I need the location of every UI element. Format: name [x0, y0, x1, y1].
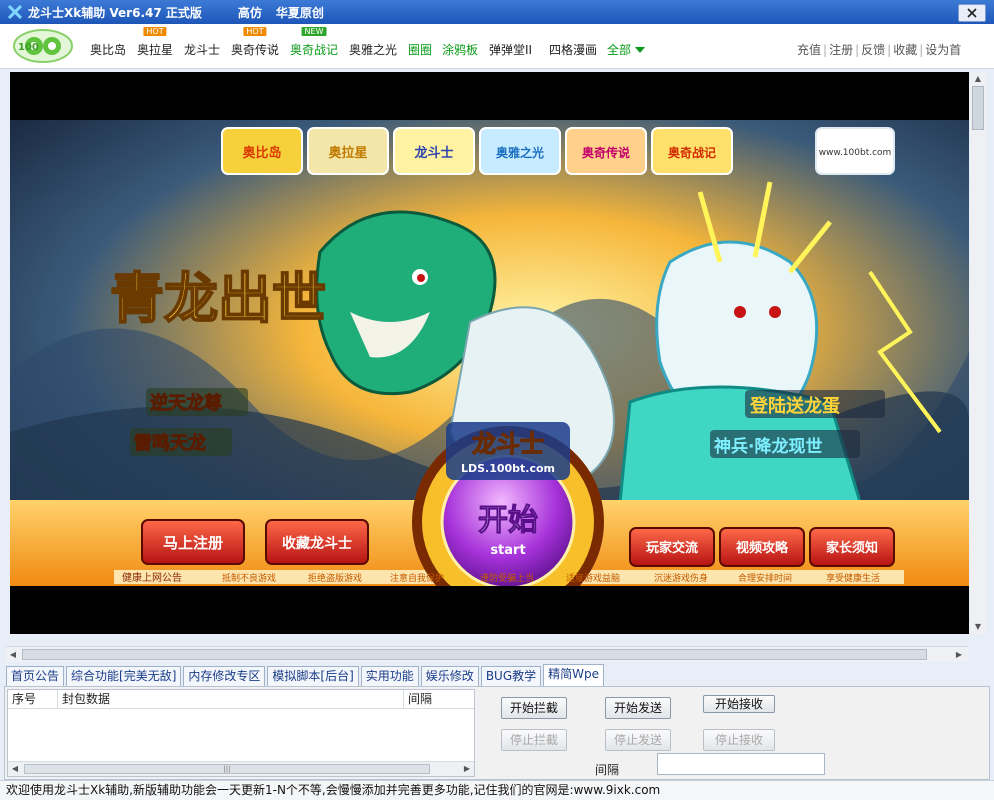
new-badge: NEW: [301, 27, 327, 36]
site-badge-text: www.100bt.com: [819, 148, 892, 158]
col-header-interval[interactable]: 间隔: [404, 690, 474, 708]
logo-aoqizhanji: 奥奇战记: [668, 145, 716, 160]
logo-aobidao: 奥比岛: [242, 145, 281, 161]
tab-home-notice[interactable]: 首页公告: [6, 666, 65, 686]
link-feedback[interactable]: 反馈: [861, 43, 885, 57]
btn-register-text: 马上注册: [163, 534, 223, 552]
packet-list[interactable]: 序号 封包数据 间隔 ◀ ||| ▶: [7, 689, 475, 777]
notice-4: 谨防受骗上当: [480, 572, 534, 584]
app-icon: [8, 5, 22, 19]
link-set-homepage[interactable]: 设为首: [925, 43, 961, 57]
vertical-scroll-thumb[interactable]: [972, 86, 984, 130]
scroll-down-arrow-icon[interactable]: ▼: [970, 620, 986, 634]
hot-badge: HOT: [143, 27, 167, 36]
lds-logo-text: 龙斗士: [472, 430, 544, 458]
list-scroll-thumb[interactable]: |||: [24, 764, 430, 774]
logo-aoyazhiguang: 奥雅之光: [496, 145, 544, 160]
stop-send-button[interactable]: 停止发送: [605, 729, 671, 751]
promo-login-egg: 登陆送龙蛋: [749, 395, 840, 417]
start-intercept-button[interactable]: 开始拦截: [501, 697, 567, 719]
headline-text: 青龙出世: [110, 267, 326, 330]
start-receive-button[interactable]: 开始接收: [703, 695, 775, 713]
list-scroll-left-icon[interactable]: ◀: [8, 762, 22, 776]
tab-general-functions[interactable]: 综合功能[完美无敌]: [66, 666, 182, 686]
chevron-down-icon: [635, 47, 646, 53]
nav-item-longdoushi[interactable]: 龙斗士: [184, 41, 220, 58]
link-favorite[interactable]: 收藏: [893, 43, 917, 57]
stop-receive-button[interactable]: 停止接收: [703, 729, 775, 751]
btn-parents-text: 家长须知: [826, 540, 878, 556]
subtitle-leiming: 雷鸣天龙: [134, 432, 206, 454]
notice-6: 沉迷游戏伤身: [654, 572, 708, 584]
notice-7: 合理安排时间: [738, 572, 792, 584]
nav-item-quanquan[interactable]: 圈圈: [408, 41, 432, 58]
tab-script[interactable]: 模拟脚本[后台]: [267, 666, 359, 686]
list-horizontal-scrollbar[interactable]: ◀ ||| ▶: [8, 761, 474, 776]
btn-favorite-text: 收藏龙斗士: [282, 535, 352, 552]
tab-bug-tutorial[interactable]: BUG教学: [480, 666, 542, 686]
col-header-index[interactable]: 序号: [8, 690, 58, 708]
btn-players-text: 玩家交流: [646, 540, 698, 556]
subtitle-nitian: 逆天龙尊: [150, 392, 222, 414]
horizontal-scroll-thumb[interactable]: [22, 649, 927, 660]
scroll-right-arrow-icon[interactable]: ▶: [952, 647, 966, 662]
start-cn-text: 开始: [478, 503, 538, 538]
logo-text: 100: [18, 42, 39, 53]
notice-5: 适度游戏益脑: [566, 572, 620, 584]
nav-item-dandantang[interactable]: 弹弹堂II: [489, 41, 532, 58]
notice-2: 拒绝盗版游戏: [308, 572, 362, 584]
link-recharge[interactable]: 充值: [797, 43, 821, 57]
interval-label: 间隔: [595, 763, 620, 777]
nav-item-aoqizhanji[interactable]: NEW 奥奇战记: [290, 27, 338, 58]
notice-8: 享受健康生活: [826, 572, 880, 584]
interval-input[interactable]: [657, 753, 825, 775]
wpe-panel: 序号 封包数据 间隔 ◀ ||| ▶ 开始拦截 开始发送 开始接收 停止拦截 停…: [4, 686, 990, 780]
title-text-author: 华夏原创: [275, 5, 324, 20]
nav-item-sigemanhua[interactable]: 四格漫画: [549, 41, 597, 58]
header-divider: [8, 708, 474, 709]
start-en-text: start: [490, 543, 525, 558]
scroll-up-arrow-icon[interactable]: ▲: [970, 72, 986, 86]
btn-video-text: 视频攻略: [736, 540, 789, 556]
logo-aoqichuanshuo: 奥奇传说: [582, 145, 630, 160]
close-button[interactable]: [958, 4, 986, 22]
tab-utilities[interactable]: 实用功能: [360, 666, 419, 686]
stop-intercept-button[interactable]: 停止拦截: [501, 729, 567, 751]
list-scroll-right-icon[interactable]: ▶: [460, 762, 474, 776]
link-register[interactable]: 注册: [829, 43, 853, 57]
notice-3: 注意自我保护: [390, 572, 444, 584]
status-bar: 欢迎使用龙斗士Xk辅助,新版辅助功能会一天更新1-N个不等,会慢慢添加并完善更多…: [0, 780, 994, 800]
function-tabs: 首页公告 综合功能[完美无敌] 内存修改专区 模拟脚本[后台] 实用功能 娱乐修…: [6, 664, 606, 686]
site-logo[interactable]: 100: [12, 28, 74, 64]
vertical-scrollbar[interactable]: ▲ ▼: [970, 72, 986, 634]
logo-longdoushi: 龙斗士: [414, 145, 453, 161]
nav-right-links: 充值 | 注册 | 反馈 | 收藏 | 设为首: [797, 43, 962, 57]
nav-item-aolaxing[interactable]: HOT 奥拉星: [137, 27, 173, 58]
tab-entertainment[interactable]: 娱乐修改: [420, 666, 479, 686]
tab-wpe[interactable]: 精简Wpe: [543, 664, 605, 686]
lds-url-text: LDS.100bt.com: [461, 462, 555, 475]
window-title: 龙斗士Xk辅助 Ver6.47 正式版: [28, 5, 202, 20]
window-titlebar: 龙斗士Xk辅助 Ver6.47 正式版 高仿 华夏原创: [0, 0, 994, 24]
nav-item-tuyaban[interactable]: 涂鸦板: [442, 41, 478, 58]
game-viewport[interactable]: 奥比岛 奥拉星 龙斗士 奥雅之光 奥奇传说 奥奇战记 www.100bt.com…: [10, 72, 969, 634]
tab-memory-edit[interactable]: 内存修改专区: [183, 666, 266, 686]
title-text-gaofang: 高仿: [237, 5, 262, 20]
scroll-left-arrow-icon[interactable]: ◀: [6, 647, 20, 662]
logo-aolaxing: 奥拉星: [328, 145, 367, 161]
nav-item-aoqichuanshuo[interactable]: HOT 奥奇传说: [231, 27, 279, 58]
hot-badge: HOT: [243, 27, 267, 36]
promo-weapon: 神兵·降龙现世: [714, 436, 822, 457]
horizontal-scrollbar[interactable]: ◀ ▶: [6, 646, 968, 662]
notice-1: 抵制不良游戏: [222, 572, 276, 584]
site-navbar: 100 奥比岛 HOT 奥拉星 龙斗士 HOT 奥奇传说 NEW 奥奇战记 奥雅之光 …: [0, 24, 994, 69]
notice-title: 健康上网公告: [122, 571, 182, 584]
start-send-button[interactable]: 开始发送: [605, 697, 671, 719]
game-banner: 奥比岛 奥拉星 龙斗士 奥雅之光 奥奇传说 奥奇战记 www.100bt.com…: [10, 72, 969, 634]
close-x-icon: [967, 8, 977, 18]
nav-item-all[interactable]: 全部: [607, 41, 646, 58]
col-header-packet-data[interactable]: 封包数据: [58, 690, 404, 708]
nav-item-aobidao[interactable]: 奥比岛: [90, 41, 126, 58]
nav-item-aoyazhiguang[interactable]: 奥雅之光: [349, 41, 397, 58]
